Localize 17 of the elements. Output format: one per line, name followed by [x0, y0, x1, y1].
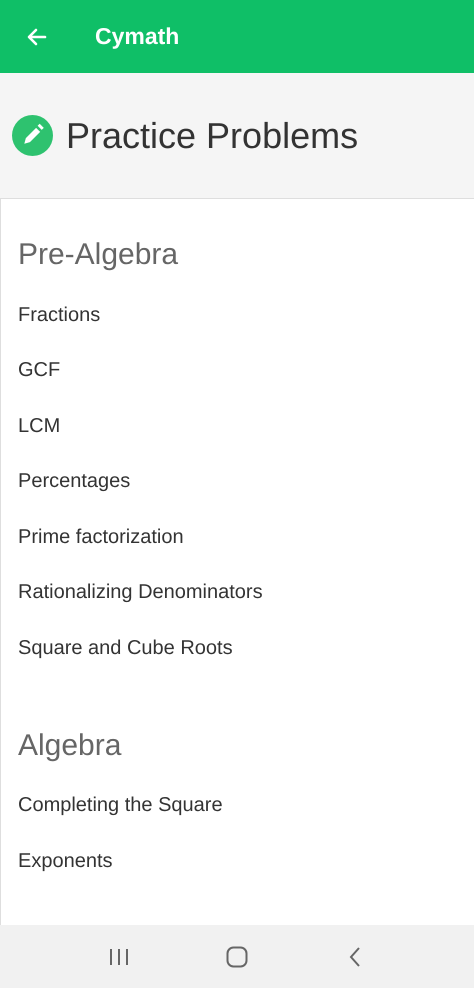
home-icon	[226, 946, 248, 968]
topic-item[interactable]: Square and Cube Roots	[18, 632, 233, 663]
pencil-icon	[12, 115, 53, 156]
page-title: Practice Problems	[66, 114, 358, 158]
section-heading: Algebra	[18, 728, 122, 764]
topic-item[interactable]: Percentages	[18, 466, 130, 496]
topic-item[interactable]: Completing the Square	[18, 790, 223, 820]
topic-item[interactable]: Fractions	[18, 300, 100, 330]
topic-item[interactable]: Rationalizing Denominators	[18, 577, 263, 608]
section-heading: Pre-Algebra	[18, 237, 180, 273]
back-icon	[349, 946, 361, 966]
topic-item[interactable]: GCF	[18, 355, 60, 386]
topic-item[interactable]: Exponents	[18, 846, 113, 876]
topic-item[interactable]: Prime factorization	[18, 522, 184, 552]
app-title: Cymath	[95, 22, 180, 52]
recent-apps-icon	[109, 948, 129, 966]
topic-item[interactable]: LCM	[18, 410, 60, 441]
